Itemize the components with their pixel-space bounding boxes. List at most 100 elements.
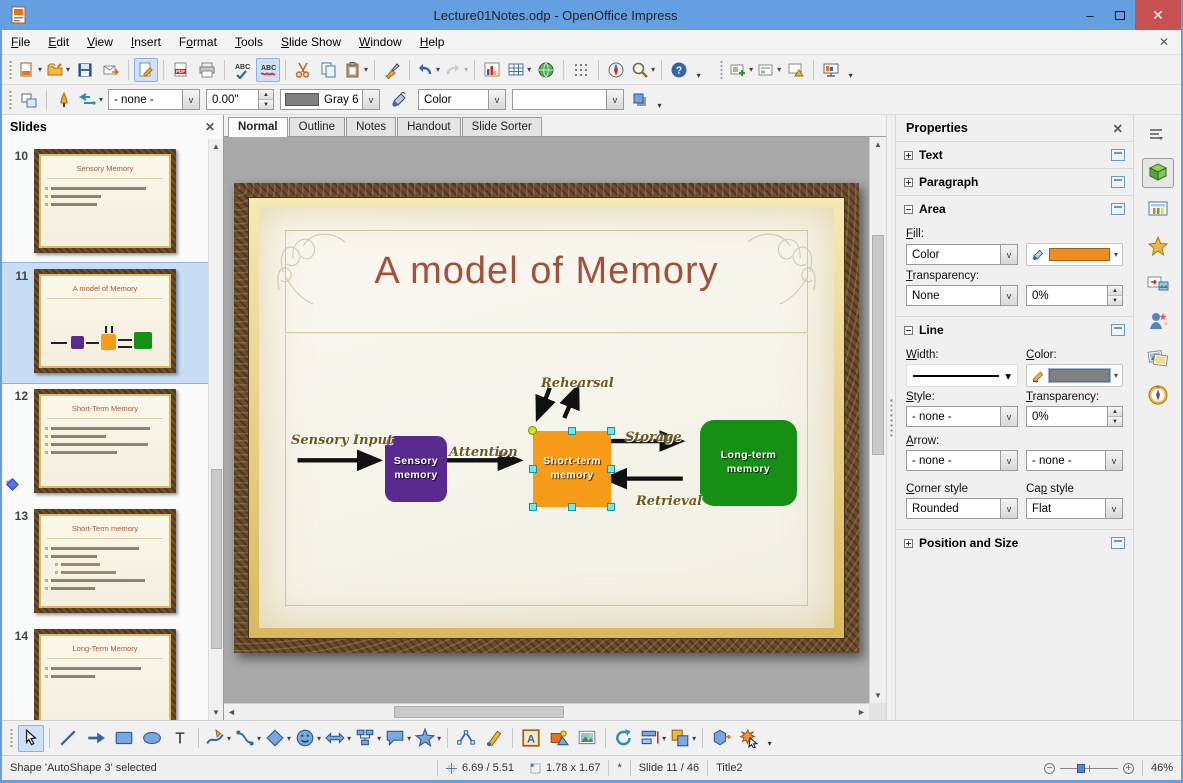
connector-icon[interactable]: ▾ [234,725,262,752]
menu-tools[interactable]: Tools [226,31,272,53]
dialog-launcher-icon[interactable] [1111,176,1125,188]
open-icon[interactable]: ▾ [45,58,71,82]
dialog-launcher-icon[interactable] [1111,537,1125,549]
email-icon[interactable] [99,58,123,82]
sidebar-tab-master-pages-icon[interactable] [1142,195,1174,225]
selection-handle[interactable] [568,503,576,511]
dialog-launcher-icon[interactable] [1111,324,1125,336]
slide-thumbnail-11[interactable]: 11 A model of Memory [2,262,208,384]
menu-format[interactable]: Format [170,31,226,53]
undo-icon[interactable]: ▾ [415,58,441,82]
toolbar-overflow[interactable]: ▾ [692,58,705,82]
selection-handle[interactable] [529,465,537,473]
slide-layout-icon[interactable]: ▾ [756,58,782,82]
from-file-icon[interactable] [546,725,572,752]
storage-label[interactable]: Storage [625,430,682,445]
tab-normal[interactable]: Normal [228,117,288,137]
alignment-icon[interactable]: ▾ [639,725,667,752]
sidebar-tab-navigator-icon[interactable]: N [1142,380,1174,410]
text-icon[interactable]: T [167,725,193,752]
area-fill-color-picker[interactable]: ▾ [1026,243,1123,266]
sidebar-tab-properties-icon[interactable] [1141,158,1174,188]
auto-spellcheck-icon[interactable]: ABC [256,57,281,82]
close-document-icon[interactable]: ✕ [1147,33,1181,51]
help-icon[interactable]: ? [667,58,691,82]
tab-outline[interactable]: Outline [288,117,346,136]
zoom-percent[interactable]: 46% [1143,756,1181,780]
slide-design-icon[interactable] [784,58,808,82]
scroll-up-icon[interactable]: ▲ [209,139,223,154]
menu-view[interactable]: View [78,31,122,53]
glue-points-icon[interactable] [481,725,507,752]
basic-shapes-icon[interactable]: ▾ [264,725,292,752]
paste-icon[interactable]: ▾ [343,58,369,82]
scroll-up-icon[interactable]: ▲ [870,137,886,152]
zoom-icon[interactable]: ▾ [630,58,656,82]
select-icon[interactable] [18,724,44,752]
slide-title[interactable]: A model of Memory [259,250,834,293]
slide-thumbnail-10[interactable]: 10 Sensory Memory [2,143,208,263]
table-icon[interactable]: ▾ [506,58,532,82]
fontwork-gallery-icon[interactable]: A [518,725,544,752]
zoom-in-icon[interactable]: + [1122,762,1134,774]
clone-formatting-icon[interactable] [380,58,404,82]
area-fill-type-select[interactable]: Color v [906,244,1018,265]
vertical-scrollbar[interactable]: ▲ ▼ [869,137,886,703]
close-button[interactable]: ✕ [1135,0,1181,30]
line-style-select[interactable]: - none -v [108,89,201,110]
expand-icon[interactable] [904,538,913,548]
sidebar-tab-custom-animation-icon[interactable] [1142,232,1174,262]
area-transparency-spinner[interactable]: 0% ▲ ▼ [1026,285,1123,306]
spellcheck-icon[interactable]: ABC [230,58,254,82]
slide-thumbnail-13[interactable]: 13 Short-Term memory [2,503,208,623]
edit-file-icon[interactable] [134,57,159,82]
fill-value-select[interactable]: v [512,89,625,110]
menu-edit[interactable]: Edit [39,31,78,53]
area-transparency-select[interactable]: None v [906,285,1018,306]
cap-style-select[interactable]: Flat v [1026,498,1123,519]
toolbar-grip[interactable] [8,728,14,748]
line-style-select[interactable]: - none -v [906,406,1018,427]
chart-icon[interactable] [480,58,504,82]
export-pdf-icon[interactable]: PDF [169,58,193,82]
slide-show-icon[interactable] [819,58,843,82]
scroll-right-icon[interactable]: ► [854,704,869,720]
line-color-select[interactable]: Gray 6v [280,89,381,110]
print-icon[interactable] [195,58,219,82]
arrow-icon[interactable] [83,725,109,752]
collapse-icon[interactable] [904,204,913,214]
expand-icon[interactable] [904,177,913,187]
shadow-icon[interactable] [628,88,652,112]
fill-can-icon[interactable] [387,88,411,112]
symbol-shapes-icon[interactable]: ▾ [294,725,322,752]
line-icon[interactable] [55,725,81,752]
toolbar-grip[interactable] [7,59,13,80]
minimize-button[interactable]: – [1075,4,1105,26]
sidebar-tab-slide-transition-icon[interactable] [1142,269,1174,299]
fill-type-select[interactable]: Color v [418,89,507,110]
tab-handout[interactable]: Handout [397,117,461,136]
menu-help[interactable]: Help [411,31,454,53]
sidebar-tab-sidebar-settings-icon[interactable] [1142,121,1174,151]
scroll-down-icon[interactable]: ▼ [209,705,223,720]
adjust-handle[interactable] [528,426,537,435]
arrow-end-select[interactable]: - none -v [1026,450,1123,471]
zoom-out-icon[interactable]: − [1043,762,1055,774]
line-width-picker[interactable]: ▾ [906,364,1018,387]
curve-icon[interactable]: ▾ [204,725,232,752]
sensory-input-label[interactable]: Sensory Input [291,433,393,448]
grid-icon[interactable] [569,58,593,82]
slides-panel-close-icon[interactable]: ✕ [205,120,215,134]
arrange-icon[interactable]: ▾ [669,725,697,752]
block-arrows-icon[interactable]: ▾ [324,725,352,752]
short-term-memory-box[interactable]: Short-term memory [533,431,611,507]
scroll-down-icon[interactable]: ▼ [870,688,886,703]
selection-handle[interactable] [568,427,576,435]
menu-slide-show[interactable]: Slide Show [272,31,350,53]
sidebar-splitter[interactable] [886,115,896,720]
scrollbar-thumb[interactable] [211,469,222,649]
selection-handle[interactable] [607,465,615,473]
arrow-style-icon[interactable]: ▾ [78,88,104,112]
sensory-memory-box[interactable]: Sensory memory [385,436,447,502]
selection-handle[interactable] [529,503,537,511]
